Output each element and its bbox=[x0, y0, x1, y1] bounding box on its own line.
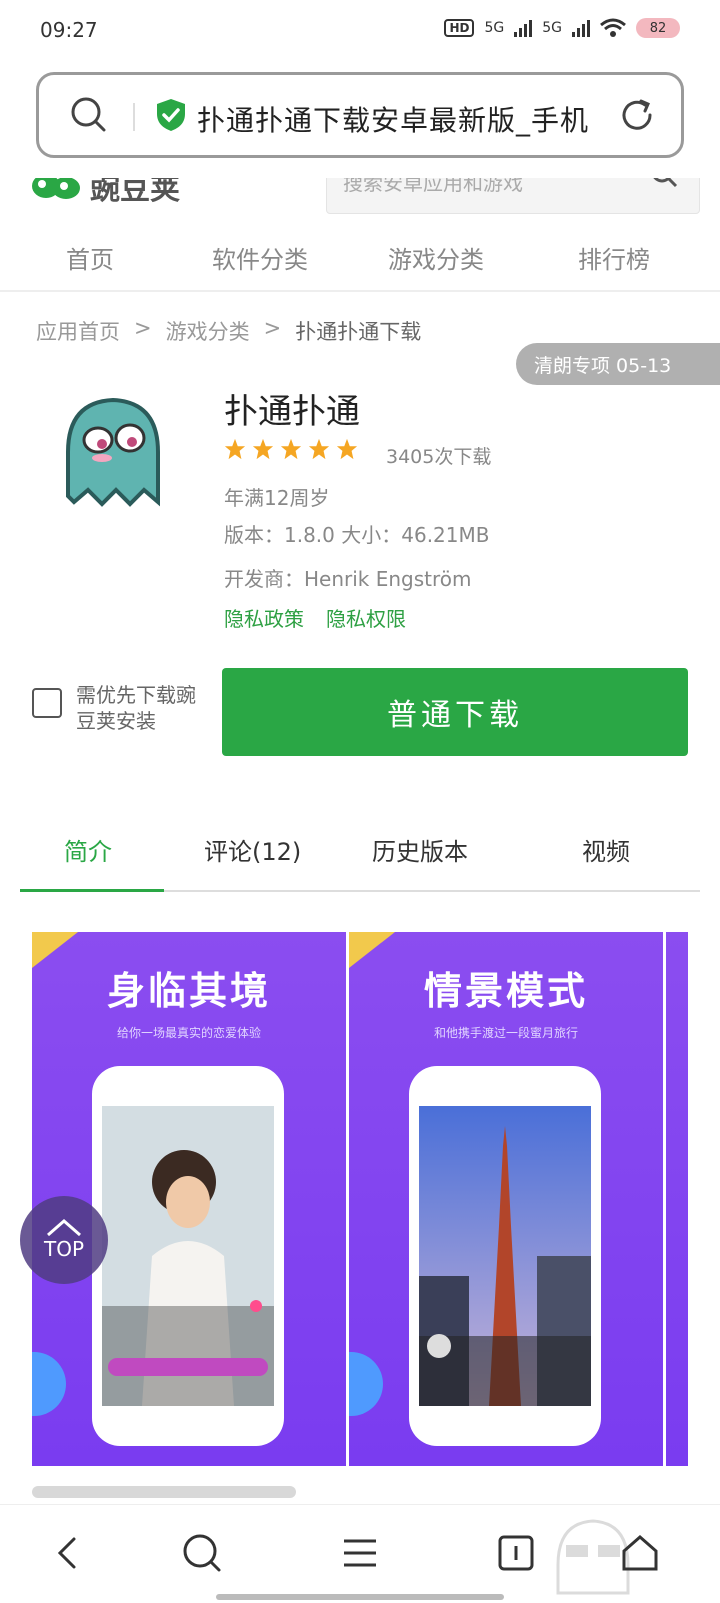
breadcrumb-category[interactable]: 游戏分类 bbox=[166, 316, 250, 346]
breadcrumb-separator: > bbox=[263, 316, 282, 340]
screenshot-subtitle: 和他携手渡过一段蜜月旅行 bbox=[433, 1026, 578, 1040]
screenshot-2[interactable]: 情景模式 和他携手渡过一段蜜月旅行 bbox=[349, 932, 663, 1466]
status-bar: 09:27 HD 5G 5G 82 bbox=[0, 0, 720, 62]
main-nav: 首页 软件分类 游戏分类 排行榜 bbox=[0, 226, 720, 292]
star-icon bbox=[308, 438, 330, 460]
tab-intro[interactable]: 简介 bbox=[64, 832, 112, 867]
home-indicator[interactable] bbox=[216, 1594, 504, 1600]
screenshot-title: 情景模式 bbox=[423, 969, 588, 1013]
privacy-policy-link[interactable]: 隐私政策 bbox=[224, 603, 304, 632]
site-search-placeholder: 搜索安卓应用和游戏 bbox=[343, 178, 523, 195]
developer: 开发商：Henrik Engström bbox=[224, 567, 472, 591]
secure-shield-icon bbox=[157, 99, 185, 131]
menu-icon[interactable] bbox=[338, 1531, 382, 1575]
signal-icon bbox=[514, 19, 533, 37]
site-logo-icon[interactable] bbox=[28, 178, 88, 206]
tab-comments[interactable]: 评论(12) bbox=[204, 832, 301, 867]
page-url-title[interactable]: 扑通扑通下载安卓最新版_手机 bbox=[197, 99, 602, 139]
active-tab-indicator bbox=[20, 889, 164, 892]
chevron-up-icon bbox=[47, 1219, 81, 1237]
nav-item-home[interactable]: 首页 bbox=[66, 240, 114, 275]
screenshot-title: 身临其境 bbox=[106, 969, 271, 1013]
back-icon[interactable] bbox=[46, 1531, 90, 1575]
search-icon[interactable] bbox=[649, 178, 679, 193]
screenshot-carousel[interactable]: 身临其境 给你一场最真实的恋爱体验 情景模式 和他携手渡过一段蜜月旅行 bbox=[32, 932, 688, 1466]
phone-mockup bbox=[409, 1066, 601, 1446]
network-label-2: 5G bbox=[542, 20, 562, 36]
screenshot-photo bbox=[102, 1106, 274, 1406]
wifi-icon bbox=[600, 18, 626, 37]
nav-item-games[interactable]: 游戏分类 bbox=[388, 240, 484, 275]
signal-icon-2 bbox=[572, 19, 590, 37]
privacy-permissions-link[interactable]: 隐私权限 bbox=[326, 603, 406, 632]
breadcrumb-current: 扑通扑通下载 bbox=[295, 320, 422, 344]
nav-item-ranking[interactable]: 排行榜 bbox=[578, 240, 650, 275]
download-button[interactable]: 普通下载 bbox=[222, 668, 688, 756]
phone-mockup bbox=[92, 1066, 284, 1446]
decor-circle bbox=[32, 1352, 66, 1416]
star-icon bbox=[336, 438, 358, 460]
star-icon bbox=[252, 438, 274, 460]
address-divider bbox=[133, 103, 135, 131]
privacy-links: 隐私政策 隐私权限 bbox=[224, 603, 406, 632]
campaign-badge: 清朗专项 05-13 bbox=[516, 343, 720, 385]
battery-indicator: 82 bbox=[636, 18, 680, 38]
carousel-scrollbar[interactable] bbox=[32, 1486, 296, 1498]
status-time: 09:27 bbox=[40, 18, 98, 42]
site-search-input[interactable]: 搜索安卓应用和游戏 bbox=[326, 178, 700, 214]
age-rating: 年满12周岁 bbox=[224, 486, 330, 510]
screenshot-3[interactable] bbox=[666, 932, 688, 1466]
tab-video[interactable]: 视频 bbox=[582, 832, 630, 867]
status-icons: HD 5G 5G 82 bbox=[444, 18, 680, 38]
screenshot-photo bbox=[419, 1106, 591, 1406]
app-title: 扑通扑通 bbox=[224, 392, 360, 432]
download-count: 3405次下载 bbox=[386, 446, 492, 468]
priority-install-label[interactable]: 需优先下载豌豆荚安装 bbox=[76, 682, 206, 734]
site-header: 豌豆荚 搜索安卓应用和游戏 bbox=[0, 178, 720, 222]
browser-bottom-bar bbox=[0, 1504, 720, 1603]
search-icon[interactable] bbox=[69, 95, 109, 135]
nav-item-software[interactable]: 软件分类 bbox=[212, 240, 308, 275]
app-icon bbox=[66, 397, 160, 507]
rating-stars bbox=[224, 438, 358, 460]
home-icon[interactable] bbox=[618, 1531, 662, 1575]
tabs-icon[interactable] bbox=[494, 1531, 538, 1575]
back-to-top-label: TOP bbox=[43, 1237, 85, 1261]
breadcrumb-home[interactable]: 应用首页 bbox=[36, 316, 120, 346]
site-name[interactable]: 豌豆荚 bbox=[90, 178, 180, 208]
decor-circle bbox=[349, 1352, 383, 1416]
content-tabs: 简介 评论(12) 历史版本 视频 bbox=[20, 826, 700, 892]
star-icon bbox=[280, 438, 302, 460]
hd-badge: HD bbox=[444, 19, 475, 37]
back-to-top-button[interactable]: TOP bbox=[20, 1196, 108, 1284]
network-label-1: 5G bbox=[484, 20, 505, 36]
priority-install-checkbox[interactable] bbox=[32, 688, 62, 718]
star-icon bbox=[224, 438, 246, 460]
screenshot-subtitle: 给你一场最真实的恋爱体验 bbox=[116, 1026, 261, 1040]
search-icon[interactable] bbox=[180, 1531, 224, 1575]
tab-history[interactable]: 历史版本 bbox=[372, 832, 468, 867]
breadcrumb: 应用首页 > 游戏分类 > 扑通扑通下载 bbox=[36, 316, 421, 346]
version-size: 版本：1.8.0 大小：46.21MB bbox=[224, 523, 490, 547]
breadcrumb-separator: > bbox=[134, 316, 152, 340]
address-bar[interactable]: 扑通扑通下载安卓最新版_手机 bbox=[36, 72, 684, 158]
reload-icon[interactable] bbox=[617, 95, 657, 135]
